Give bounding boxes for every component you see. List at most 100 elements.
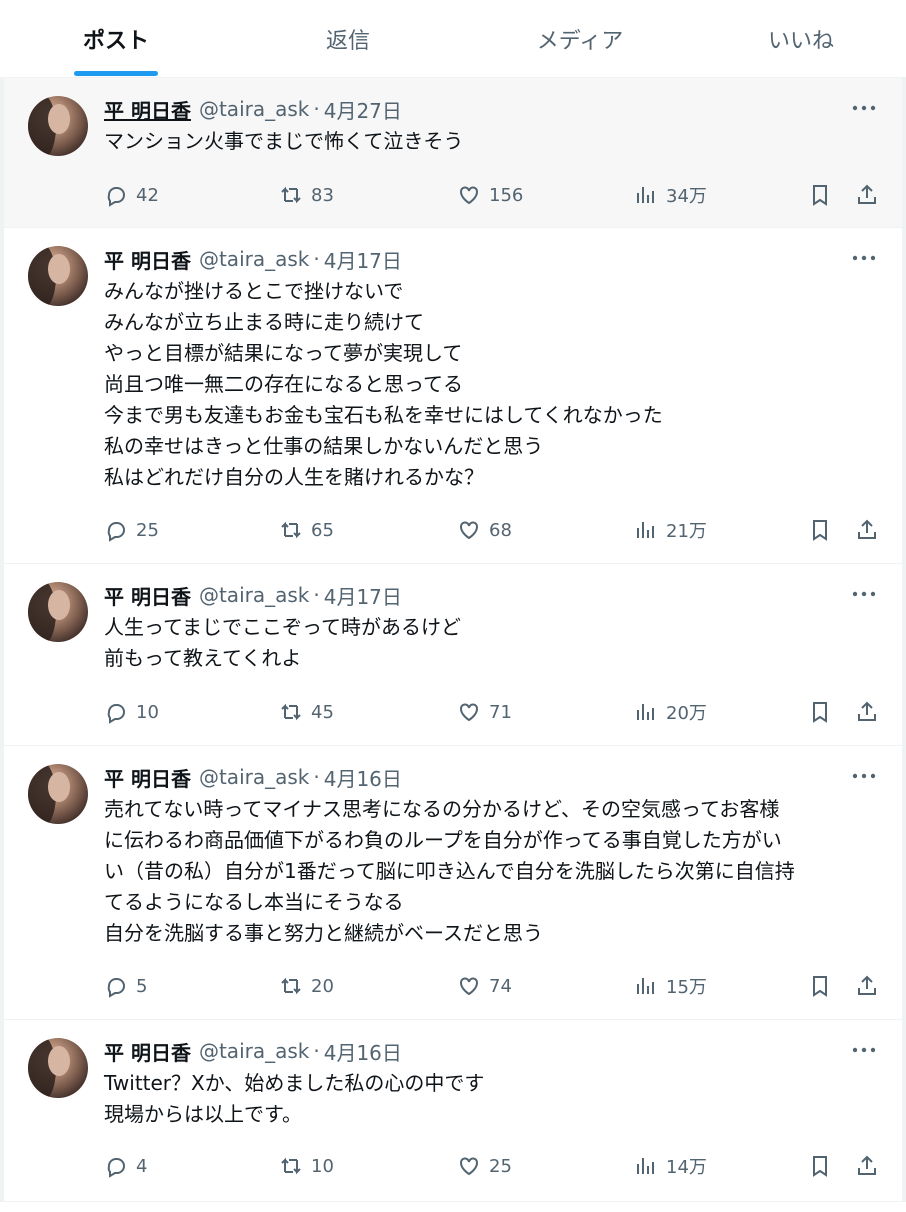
bookmark-button[interactable] xyxy=(808,700,832,724)
like-count: 71 xyxy=(489,701,512,723)
like-count: 25 xyxy=(489,1155,512,1177)
bookmark-button[interactable] xyxy=(808,183,832,207)
like-button[interactable]: 156 xyxy=(457,183,523,207)
share-button[interactable] xyxy=(855,518,879,542)
author-name[interactable]: 平 明日香 xyxy=(104,95,191,124)
post-actions: 25 65 68 21万 xyxy=(104,510,878,550)
author-handle[interactable]: @taira_ask xyxy=(199,97,309,121)
post-header: 平 明日香 @taira_ask · 4月16日 xyxy=(104,760,878,794)
repost-icon xyxy=(281,977,301,995)
bookmark-icon xyxy=(813,520,827,541)
reply-button[interactable]: 4 xyxy=(104,1154,147,1178)
post[interactable]: 平 明日香 @taira_ask · 4月17日 みんなが挫けるとこで挫けないで… xyxy=(0,228,906,564)
heart-icon xyxy=(460,1157,478,1176)
views-chart-icon xyxy=(637,187,654,203)
views-chart-icon xyxy=(637,522,654,538)
post[interactable]: 平 明日香 @taira_ask · 4月27日 マンション火事でまじで怖くて泣… xyxy=(0,78,906,228)
repost-button[interactable]: 10 xyxy=(279,1154,334,1178)
post-date[interactable]: 4月17日 xyxy=(324,245,402,274)
views-count: 34万 xyxy=(666,186,707,207)
share-button[interactable] xyxy=(855,183,879,207)
more-options-icon[interactable] xyxy=(850,94,878,122)
post-actions: 10 45 71 20万 xyxy=(104,692,878,732)
post-date[interactable]: 4月16日 xyxy=(324,763,402,792)
post-list: 平 明日香 @taira_ask · 4月27日 マンション火事でまじで怖くて泣… xyxy=(0,78,906,1202)
views-button[interactable]: 20万 xyxy=(634,699,707,725)
separator: · xyxy=(313,583,320,607)
bookmark-button[interactable] xyxy=(808,518,832,542)
reply-button[interactable]: 10 xyxy=(104,700,159,724)
author-name[interactable]: 平 明日香 xyxy=(104,581,191,610)
reply-count: 25 xyxy=(136,519,159,541)
post-text: マンション火事でまじで怖くて泣きそう xyxy=(104,129,464,153)
author-handle[interactable]: @taira_ask xyxy=(199,583,309,607)
author-handle[interactable]: @taira_ask xyxy=(199,1039,309,1063)
views-button[interactable]: 15万 xyxy=(634,973,707,999)
separator: · xyxy=(313,765,320,789)
share-icon xyxy=(858,184,876,204)
like-button[interactable]: 74 xyxy=(457,974,512,998)
avatar[interactable] xyxy=(28,582,88,642)
author-handle[interactable]: @taira_ask xyxy=(199,247,309,271)
author-name[interactable]: 平 明日香 xyxy=(104,245,191,274)
post-actions: 42 83 156 34万 xyxy=(104,175,878,215)
repost-button[interactable]: 65 xyxy=(279,518,334,542)
author-name[interactable]: 平 明日香 xyxy=(104,763,191,792)
repost-count: 65 xyxy=(311,519,334,541)
bookmark-button[interactable] xyxy=(808,974,832,998)
views-button[interactable]: 21万 xyxy=(634,517,707,543)
like-button[interactable]: 25 xyxy=(457,1154,512,1178)
post-text: みんなが挫けるとこで挫けないで みんなが立ち止まる時に走り続けて やっと目標が結… xyxy=(104,279,663,489)
repost-count: 10 xyxy=(311,1155,334,1177)
share-icon xyxy=(858,701,876,721)
tab-label: ポスト xyxy=(82,28,149,54)
post-date[interactable]: 4月27日 xyxy=(324,95,402,124)
reply-count: 42 xyxy=(136,184,159,206)
bookmark-icon xyxy=(813,1156,827,1177)
like-button[interactable]: 68 xyxy=(457,518,512,542)
more-options-icon[interactable] xyxy=(850,244,878,272)
avatar[interactable] xyxy=(28,1038,88,1098)
post-actions: 5 20 74 15万 xyxy=(104,966,878,1006)
reply-button[interactable]: 5 xyxy=(104,974,147,998)
active-tab-indicator xyxy=(74,71,158,76)
author-name[interactable]: 平 明日香 xyxy=(104,1037,191,1066)
share-button[interactable] xyxy=(855,1154,879,1178)
bookmark-button[interactable] xyxy=(808,1154,832,1178)
reply-button[interactable]: 25 xyxy=(104,518,159,542)
like-button[interactable]: 71 xyxy=(457,700,512,724)
post[interactable]: 平 明日香 @taira_ask · 4月16日 Twitter？Xか、始めまし… xyxy=(0,1020,906,1202)
post-header: 平 明日香 @taira_ask · 4月17日 xyxy=(104,242,878,276)
post-date[interactable]: 4月17日 xyxy=(324,581,402,610)
author-handle[interactable]: @taira_ask xyxy=(199,765,309,789)
tab-replies[interactable]: 返信 xyxy=(232,0,464,77)
like-count: 74 xyxy=(489,975,512,997)
views-button[interactable]: 34万 xyxy=(634,182,707,208)
avatar[interactable] xyxy=(28,246,88,306)
share-button[interactable] xyxy=(855,700,879,724)
avatar[interactable] xyxy=(28,96,88,156)
post-text: Twitter？Xか、始めました私の心の中です 現場からは以上です。 xyxy=(104,1071,485,1126)
share-icon xyxy=(858,975,876,995)
tab-posts[interactable]: ポスト xyxy=(0,0,232,77)
post[interactable]: 平 明日香 @taira_ask · 4月16日 売れてない時ってマイナス思考に… xyxy=(0,746,906,1020)
repost-button[interactable]: 45 xyxy=(279,700,334,724)
post[interactable]: 平 明日香 @taira_ask · 4月17日 人生ってまじでここぞって時があ… xyxy=(0,564,906,746)
reply-icon xyxy=(107,704,125,724)
more-options-icon[interactable] xyxy=(850,762,878,790)
reply-button[interactable]: 42 xyxy=(104,183,159,207)
reply-icon xyxy=(107,978,125,998)
heart-icon xyxy=(460,186,478,205)
post-date[interactable]: 4月16日 xyxy=(324,1037,402,1066)
tab-likes[interactable]: いいね xyxy=(696,0,906,77)
profile-tabs: ポスト 返信 メディア いいね xyxy=(0,0,906,78)
views-button[interactable]: 14万 xyxy=(634,1153,707,1179)
repost-button[interactable]: 20 xyxy=(279,974,334,998)
avatar[interactable] xyxy=(28,764,88,824)
more-options-icon[interactable] xyxy=(850,580,878,608)
reply-icon xyxy=(107,187,125,207)
repost-button[interactable]: 83 xyxy=(279,183,334,207)
more-options-icon[interactable] xyxy=(850,1036,878,1064)
share-button[interactable] xyxy=(855,974,879,998)
tab-media[interactable]: メディア xyxy=(464,0,696,77)
